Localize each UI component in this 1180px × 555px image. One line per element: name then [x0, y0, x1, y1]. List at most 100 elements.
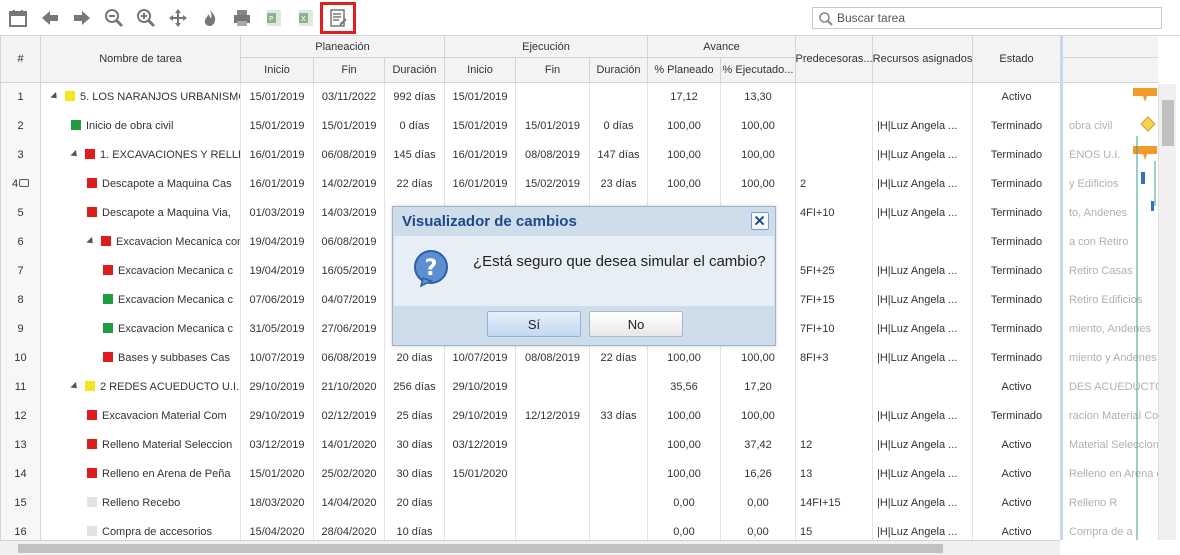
cell-pct-planeado[interactable]: 100,00	[648, 402, 721, 431]
cell-predecesoras[interactable]: 7FI+15	[796, 286, 873, 315]
cell-pct-planeado[interactable]: 100,00	[648, 460, 721, 489]
cell-plan-duracion[interactable]: 256 días	[385, 373, 445, 402]
cell-plan-duracion[interactable]: 992 días	[385, 83, 445, 112]
cell-estado[interactable]: Terminado	[973, 257, 1060, 286]
cell-estado[interactable]: Terminado	[973, 286, 1060, 315]
cell-pct-planeado[interactable]: 100,00	[648, 344, 721, 373]
cell-recursos[interactable]	[873, 228, 973, 257]
arrow-right-icon[interactable]	[70, 6, 94, 30]
cell-plan-fin[interactable]: 04/07/2019	[314, 286, 385, 315]
table-row[interactable]: 12 Excavacion Material Com 29/10/2019 02/12…	[1, 402, 1060, 431]
cell-plan-duracion[interactable]: 0 días	[385, 112, 445, 141]
vertical-scrollbar[interactable]	[1158, 84, 1176, 540]
table-row[interactable]: 3 1. EXCAVACIONES Y RELLEN 16/01/2019 06/08…	[1, 141, 1060, 170]
cell-predecesoras[interactable]: 13	[796, 460, 873, 489]
cell-ejec-duracion[interactable]	[590, 83, 648, 112]
cell-estado[interactable]: Terminado	[973, 315, 1060, 344]
cell-plan-inicio[interactable]: 18/03/2020	[241, 489, 314, 518]
task-name-cell[interactable]: Relleno Material Seleccion	[41, 431, 241, 460]
cell-pct-ejecutado[interactable]: 0,00	[721, 489, 796, 518]
cell-ejec-duracion[interactable]	[590, 373, 648, 402]
horizontal-scroll-thumb[interactable]	[18, 544, 943, 553]
cell-recursos[interactable]: |H|Luz Angela ...	[873, 141, 973, 170]
table-row[interactable]: 16 Compra de accesorios 15/04/2020 28/04/20…	[1, 518, 1060, 540]
cell-plan-inicio[interactable]: 10/07/2019	[241, 344, 314, 373]
cell-plan-fin[interactable]: 02/12/2019	[314, 402, 385, 431]
task-name-cell[interactable]: Relleno en Arena de Peña	[41, 460, 241, 489]
cell-recursos[interactable]: |H|Luz Angela ...	[873, 431, 973, 460]
calendar-icon[interactable]	[6, 6, 30, 30]
cell-pct-planeado[interactable]: 100,00	[648, 170, 721, 199]
task-name-cell[interactable]: Relleno Recebo	[41, 489, 241, 518]
cell-plan-duracion[interactable]: 20 días	[385, 344, 445, 373]
cell-pct-ejecutado[interactable]: 16,26	[721, 460, 796, 489]
cell-plan-fin[interactable]: 14/04/2020	[314, 489, 385, 518]
cell-ejec-duracion[interactable]: 33 días	[590, 402, 648, 431]
cell-plan-fin[interactable]: 06/08/2019	[314, 141, 385, 170]
cell-estado[interactable]: Activo	[973, 373, 1060, 402]
vertical-scroll-thumb[interactable]	[1162, 100, 1174, 146]
cell-ejec-duracion[interactable]: 0 días	[590, 112, 648, 141]
cell-plan-inicio[interactable]: 19/04/2019	[241, 228, 314, 257]
cell-predecesoras[interactable]	[796, 83, 873, 112]
table-row[interactable]: 2 Inicio de obra civil 15/01/2019 15/01/201…	[1, 112, 1060, 141]
cell-predecesoras[interactable]: 14FI+15	[796, 489, 873, 518]
arrow-left-icon[interactable]	[38, 6, 62, 30]
table-row[interactable]: 1 5. LOS NARANJOS URBANISMO 15/01/2019 03/1…	[1, 83, 1060, 112]
task-name-cell[interactable]: Bases y subbases Cas	[41, 344, 241, 373]
zoom-in-icon[interactable]	[134, 6, 158, 30]
collapse-toggle-icon[interactable]	[86, 236, 96, 247]
cell-plan-fin[interactable]: 14/03/2019	[314, 199, 385, 228]
collapse-toggle-icon[interactable]	[50, 91, 60, 102]
cell-predecesoras[interactable]: 12	[796, 431, 873, 460]
cell-plan-inicio[interactable]: 29/10/2019	[241, 402, 314, 431]
excel-export-icon[interactable]: X	[294, 6, 318, 30]
cell-plan-fin[interactable]: 16/05/2019	[314, 257, 385, 286]
cell-plan-inicio[interactable]: 07/06/2019	[241, 286, 314, 315]
cell-pct-ejecutado[interactable]: 13,30	[721, 83, 796, 112]
cell-estado[interactable]: Terminado	[973, 199, 1060, 228]
cell-ejec-inicio[interactable]: 16/01/2019	[445, 141, 516, 170]
cell-ejec-fin[interactable]: 15/02/2019	[516, 170, 590, 199]
task-name-cell[interactable]: 2 REDES ACUEDUCTO U.I.	[41, 373, 241, 402]
cell-predecesoras[interactable]	[796, 112, 873, 141]
cell-estado[interactable]: Activo	[973, 83, 1060, 112]
cell-plan-duracion[interactable]: 25 días	[385, 402, 445, 431]
cell-pct-ejecutado[interactable]: 0,00	[721, 518, 796, 540]
cell-predecesoras[interactable]: 2	[796, 170, 873, 199]
cell-plan-duracion[interactable]: 145 días	[385, 141, 445, 170]
col-header-plan-fin[interactable]: Fin	[314, 58, 385, 83]
change-viewer-icon[interactable]	[326, 6, 350, 30]
cell-ejec-inicio[interactable]	[445, 518, 516, 540]
cell-predecesoras[interactable]	[796, 402, 873, 431]
cell-pct-planeado[interactable]: 100,00	[648, 112, 721, 141]
cell-predecesoras[interactable]: 15	[796, 518, 873, 540]
cell-ejec-fin[interactable]: 08/08/2019	[516, 141, 590, 170]
search-box[interactable]	[812, 7, 1162, 29]
collapse-toggle-icon[interactable]	[70, 149, 80, 160]
cell-recursos[interactable]: |H|Luz Angela ...	[873, 286, 973, 315]
cell-plan-inicio[interactable]: 03/12/2019	[241, 431, 314, 460]
cell-ejec-fin[interactable]	[516, 460, 590, 489]
col-header-plan-inicio[interactable]: Inicio	[241, 58, 314, 83]
cell-ejec-duracion[interactable]	[590, 431, 648, 460]
cell-pct-ejecutado[interactable]: 37,42	[721, 431, 796, 460]
cell-pct-ejecutado[interactable]: 100,00	[721, 170, 796, 199]
col-header-predecesoras[interactable]: Predecesoras...	[796, 36, 873, 83]
cell-plan-fin[interactable]: 06/08/2019	[314, 344, 385, 373]
comment-icon[interactable]	[19, 179, 30, 187]
cell-plan-inicio[interactable]: 15/01/2020	[241, 460, 314, 489]
cell-plan-inicio[interactable]: 16/01/2019	[241, 170, 314, 199]
cell-estado[interactable]: Terminado	[973, 228, 1060, 257]
table-row[interactable]: 15 Relleno Recebo 18/03/2020 14/04/2020 20 d…	[1, 489, 1060, 518]
cell-predecesoras[interactable]	[796, 141, 873, 170]
cell-recursos[interactable]	[873, 373, 973, 402]
cell-estado[interactable]: Activo	[973, 518, 1060, 540]
cell-ejec-duracion[interactable]	[590, 460, 648, 489]
cell-plan-duracion[interactable]: 22 días	[385, 170, 445, 199]
cell-ejec-inicio[interactable]: 29/10/2019	[445, 402, 516, 431]
cell-plan-fin[interactable]: 06/08/2019	[314, 228, 385, 257]
cell-ejec-inicio[interactable]: 15/01/2019	[445, 112, 516, 141]
task-name-cell[interactable]: Excavacion Mecanica c	[41, 257, 241, 286]
task-name-cell[interactable]: Excavacion Mecanica c	[41, 315, 241, 344]
